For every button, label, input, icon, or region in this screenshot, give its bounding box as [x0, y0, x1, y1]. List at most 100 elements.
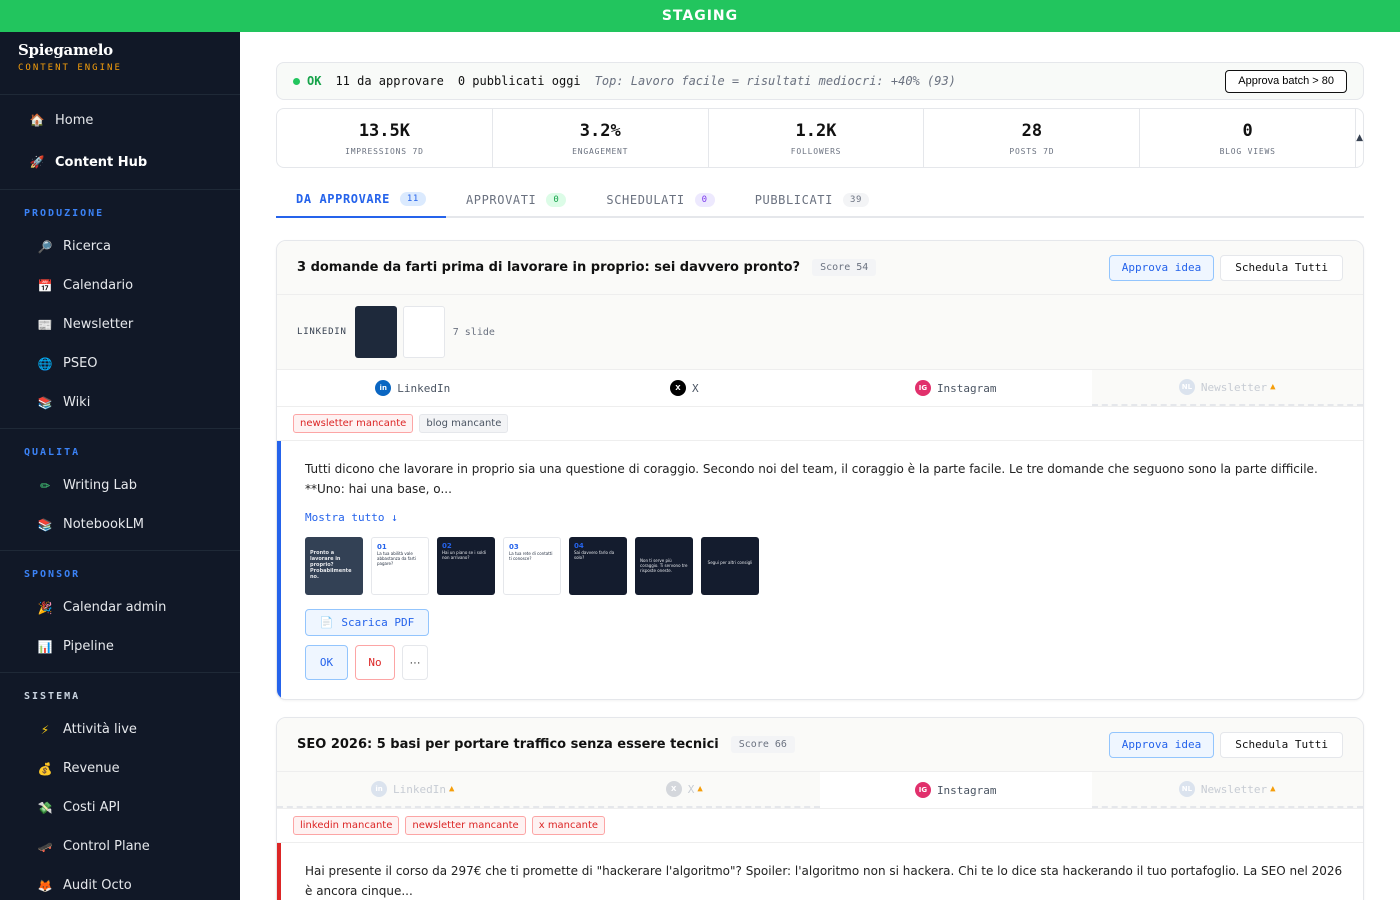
- schedule-all-button[interactable]: Schedula Tutti: [1220, 254, 1343, 281]
- warning-icon: ▲: [449, 784, 455, 794]
- party-icon: 🎉: [37, 600, 53, 615]
- main-content: OK 11 da approvare 0 pubblicati oggi Top…: [240, 32, 1400, 900]
- kpi-value: 1.2K: [795, 120, 837, 141]
- card-header: SEO 2026: 5 basi per portare traffico se…: [277, 718, 1363, 772]
- slide-thumbnail[interactable]: Non ti serve più coraggio. Ti servono tr…: [635, 537, 693, 595]
- missing-tag: linkedin mancante: [293, 816, 400, 835]
- slide-number: 02: [442, 542, 452, 550]
- slide-text: Sai davvero farlo da solo?: [574, 550, 615, 560]
- collapse-kpi-icon[interactable]: ▲: [1356, 109, 1363, 167]
- sidebar-item-audit-octo[interactable]: 🦊 Audit Octo: [0, 866, 240, 900]
- carousel-slide-thumbnail[interactable]: [354, 306, 397, 358]
- linkedin-icon: in: [371, 781, 388, 797]
- platform-tab-newsletter[interactable]: NL Newsletter ▲: [1091, 772, 1363, 808]
- platform-tab-x[interactable]: X X: [548, 370, 820, 406]
- platform-label: Newsletter: [1200, 380, 1268, 394]
- platform-tab-newsletter[interactable]: NL Newsletter ▲: [1091, 370, 1363, 406]
- sidebar-item-revenue[interactable]: 💰 Revenue: [0, 749, 240, 788]
- platform-tab-instagram[interactable]: IG Instagram: [820, 370, 1092, 406]
- platform-label: LinkedIn: [397, 381, 451, 395]
- slide-thumbnail[interactable]: Pronto a lavorare in proprio? Probabilme…: [305, 537, 363, 595]
- platform-tab-linkedin[interactable]: in LinkedIn ▲: [277, 772, 549, 808]
- more-options-button[interactable]: ···: [402, 645, 428, 680]
- sidebar-item-calendario[interactable]: 📅 Calendario: [0, 266, 240, 305]
- nav-section-qualita: QUALITA ✏ Writing Lab 📚 NotebookLM: [0, 429, 240, 551]
- section-label: SPONSOR: [24, 569, 81, 580]
- kpi-posts: 28 POSTS 7D: [924, 109, 1141, 167]
- slide-thumbnail[interactable]: 03 La tua rete di contatti ti conosce?: [503, 537, 561, 595]
- approve-idea-button[interactable]: Approva idea: [1108, 254, 1215, 281]
- nav-section-produzione: PRODUZIONE 🔎 Ricerca 📅 Calendario 📰 News…: [0, 190, 240, 429]
- nav-section-sponsor: SPONSOR 🎉 Calendar admin 📊 Pipeline: [0, 551, 240, 673]
- kpi-value: 13.5K: [358, 120, 410, 141]
- carousel-platform-label: LINKEDIN: [297, 327, 347, 337]
- platform-tab-x[interactable]: X X ▲: [548, 772, 820, 808]
- kpi-value: 28: [1021, 120, 1043, 141]
- tab-count: 0: [694, 193, 715, 207]
- slide-thumbnail[interactable]: Segui per altri consigli: [701, 537, 759, 595]
- sidebar-item-pipeline[interactable]: 📊 Pipeline: [0, 627, 240, 666]
- kpi-label: ENGAGEMENT: [572, 146, 629, 156]
- sidebar-item-content-hub[interactable]: 🚀 Content Hub: [0, 141, 240, 183]
- newsletter-icon: NL: [1178, 781, 1195, 797]
- post-body: Tutti dicono che lavorare in proprio sia…: [277, 441, 1363, 699]
- download-pdf-button[interactable]: 📄 Scarica PDF: [305, 609, 429, 636]
- card-actions: OK No ···: [305, 645, 1343, 694]
- globe-icon: 🌐: [37, 356, 53, 371]
- sidebar-item-label: Content Hub: [55, 154, 148, 170]
- tab-pubblicati[interactable]: PUBBLICATI 39: [735, 182, 889, 218]
- schedule-all-button[interactable]: Schedula Tutti: [1220, 731, 1343, 758]
- money-wings-icon: 💸: [37, 800, 53, 815]
- slide-thumbnail[interactable]: 04 Sai davvero farlo da solo?: [569, 537, 627, 595]
- sidebar-item-home[interactable]: 🏠 Home: [0, 99, 240, 141]
- approve-idea-button[interactable]: Approva idea: [1108, 731, 1215, 758]
- post-body: Hai presente il corso da 297€ che ti pro…: [277, 843, 1363, 900]
- slide-text: Pronto a lavorare in proprio? Probabilme…: [310, 550, 352, 580]
- no-button[interactable]: No: [355, 645, 395, 680]
- sidebar-item-label: Home: [55, 112, 94, 128]
- approve-batch-button[interactable]: Approva batch > 80: [1225, 69, 1347, 93]
- sidebar-item-control-plane[interactable]: 🛹 Control Plane: [0, 827, 240, 866]
- sidebar-item-newsletter[interactable]: 📰 Newsletter: [0, 305, 240, 344]
- sidebar-item-costi-api[interactable]: 💸 Costi API: [0, 788, 240, 827]
- slide-thumbnail[interactable]: 01 La tua abilità vale abbastanza da far…: [371, 537, 429, 595]
- staging-banner: STAGING: [0, 0, 1400, 32]
- sidebar-item-attivita-live[interactable]: ⚡ Attività live: [0, 710, 240, 749]
- sidebar-item-pseo[interactable]: 🌐 PSEO: [0, 344, 240, 383]
- carousel-slide-thumbnail[interactable]: [402, 306, 445, 358]
- tab-schedulati[interactable]: SCHEDULATI 0: [586, 182, 734, 218]
- platform-tab-instagram[interactable]: IG Instagram: [820, 772, 1092, 808]
- sidebar-item-ricerca[interactable]: 🔎 Ricerca: [0, 227, 240, 266]
- tab-approvati[interactable]: APPROVATI 0: [446, 182, 586, 218]
- sidebar-item-label: Pipeline: [63, 639, 114, 654]
- slide-thumbnail[interactable]: 02 Hai un piano se i soldi non arrivano?: [437, 537, 495, 595]
- ok-button[interactable]: OK: [305, 645, 348, 680]
- books-icon: 📚: [37, 517, 53, 532]
- sidebar-item-notebooklm[interactable]: 📚 NotebookLM: [0, 505, 240, 544]
- missing-tag: newsletter mancante: [405, 816, 526, 835]
- slide-count: 7 slide: [452, 326, 495, 338]
- section-label: SISTEMA: [24, 691, 81, 702]
- x-icon: X: [669, 380, 686, 396]
- x-icon: X: [665, 781, 682, 797]
- home-icon: 🏠: [29, 113, 45, 127]
- sidebar-item-wiki[interactable]: 📚 Wiki: [0, 383, 240, 422]
- nav-top: 🏠 Home 🚀 Content Hub: [0, 95, 240, 190]
- sidebar-item-label: Calendar admin: [63, 600, 167, 615]
- sidebar-item-label: Wiki: [63, 395, 91, 410]
- sidebar-item-writing-lab[interactable]: ✏ Writing Lab: [0, 466, 240, 505]
- skateboard-icon: 🛹: [37, 839, 53, 854]
- warning-icon: ▲: [697, 784, 703, 794]
- kpi-label: BLOG VIEWS: [1219, 146, 1276, 156]
- show-all-link[interactable]: Mostra tutto ↓: [305, 511, 398, 524]
- sidebar-item-calendar-admin[interactable]: 🎉 Calendar admin: [0, 588, 240, 627]
- slide-number: 04: [574, 542, 584, 550]
- kpi-label: IMPRESSIONS 7D: [345, 146, 424, 156]
- tab-label: PUBBLICATI: [754, 193, 833, 207]
- sidebar-item-label: Calendario: [63, 278, 134, 293]
- tab-da-approvare[interactable]: DA APPROVARE 11: [276, 182, 446, 218]
- platform-tab-linkedin[interactable]: in LinkedIn: [277, 370, 549, 406]
- instagram-icon: IG: [914, 782, 931, 798]
- to-approve-count: 11 da approvare: [335, 74, 444, 88]
- brand[interactable]: Spiegamelo CONTENT ENGINE: [0, 32, 240, 95]
